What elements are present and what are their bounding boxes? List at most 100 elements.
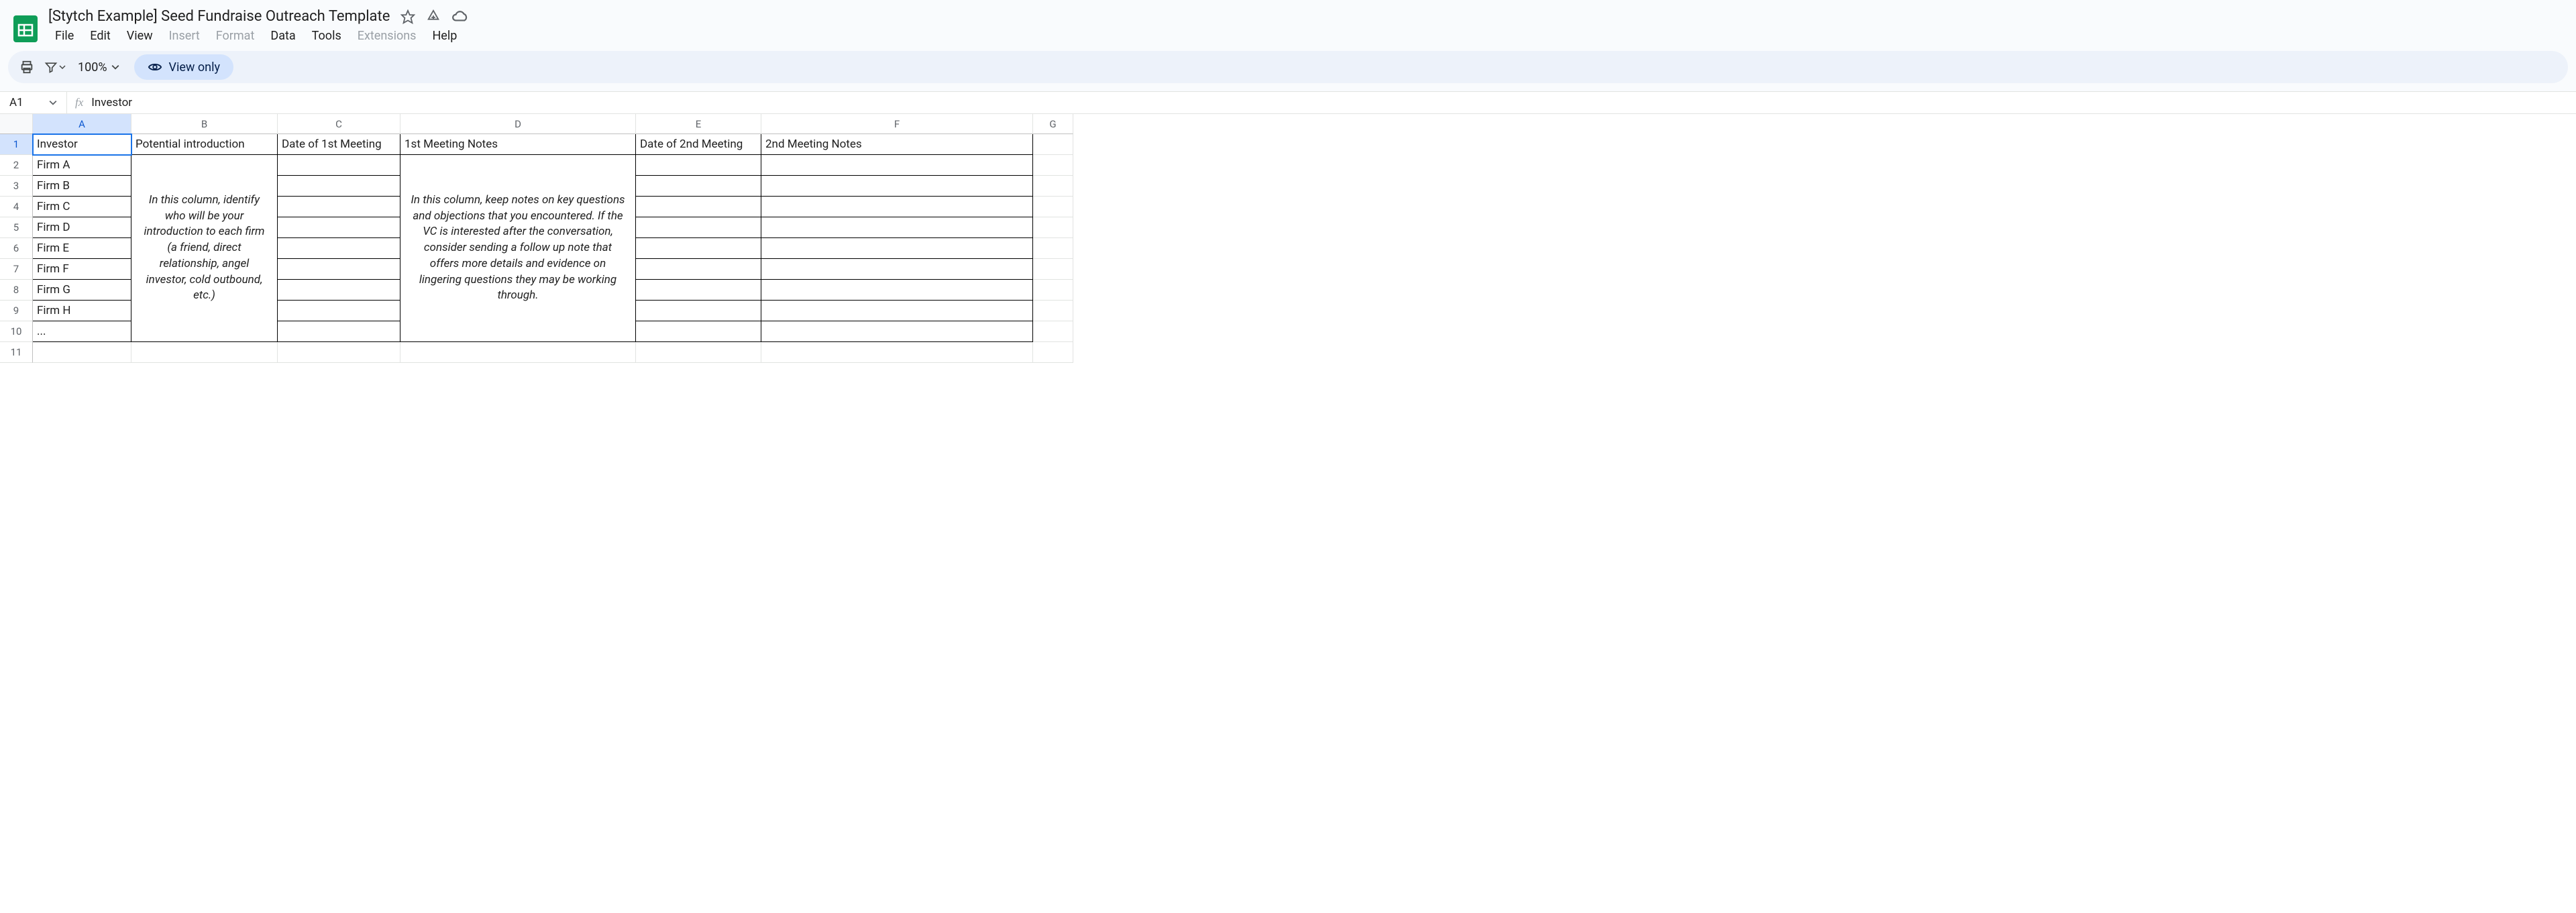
cell-A1[interactable]: Investor	[33, 134, 131, 155]
cell-A6[interactable]: Firm E	[33, 238, 131, 259]
cell-F8[interactable]	[761, 280, 1033, 301]
cell-A11[interactable]	[33, 342, 131, 363]
col-header-E[interactable]: E	[636, 114, 761, 134]
col-header-A[interactable]: A	[33, 114, 131, 134]
cell-F9[interactable]	[761, 301, 1033, 321]
cell-E6[interactable]	[636, 238, 761, 259]
cell-F5[interactable]	[761, 217, 1033, 238]
cell-C2[interactable]	[278, 155, 400, 176]
row-header-9[interactable]: 9	[0, 301, 33, 321]
cell-G4[interactable]	[1033, 197, 1073, 217]
name-box[interactable]: A1	[0, 92, 67, 113]
cell-E7[interactable]	[636, 259, 761, 280]
select-all-corner[interactable]	[0, 114, 33, 134]
cell-C3[interactable]	[278, 176, 400, 197]
cell-G2[interactable]	[1033, 155, 1073, 176]
doc-title[interactable]: [Stytch Example] Seed Fundraise Outreach…	[48, 8, 390, 25]
cell-G1[interactable]	[1033, 134, 1073, 155]
cell-A3[interactable]: Firm B	[33, 176, 131, 197]
menu-data[interactable]: Data	[264, 26, 302, 46]
cell-E9[interactable]	[636, 301, 761, 321]
cell-F4[interactable]	[761, 197, 1033, 217]
cell-E3[interactable]	[636, 176, 761, 197]
menu-edit[interactable]: Edit	[83, 26, 117, 46]
zoom-select[interactable]: 100%	[71, 58, 126, 77]
cell-C1[interactable]: Date of 1st Meeting	[278, 134, 400, 155]
cell-B1[interactable]: Potential introduction	[131, 134, 278, 155]
cell-A7[interactable]: Firm F	[33, 259, 131, 280]
eye-icon	[148, 60, 162, 74]
cell-E5[interactable]	[636, 217, 761, 238]
cell-C9[interactable]	[278, 301, 400, 321]
cell-C7[interactable]	[278, 259, 400, 280]
col-header-D[interactable]: D	[400, 114, 636, 134]
cell-E11[interactable]	[636, 342, 761, 363]
col-header-B[interactable]: B	[131, 114, 278, 134]
row-header-1[interactable]: 1	[0, 134, 33, 155]
formula-bar[interactable]: Investor	[91, 96, 132, 109]
filter-button[interactable]	[42, 55, 68, 79]
menu-help[interactable]: Help	[425, 26, 464, 46]
menu-view[interactable]: View	[120, 26, 160, 46]
col-header-F[interactable]: F	[761, 114, 1033, 134]
cell-A2[interactable]: Firm A	[33, 155, 131, 176]
row-header-8[interactable]: 8	[0, 280, 33, 301]
cell-G8[interactable]	[1033, 280, 1073, 301]
sheets-logo[interactable]	[11, 14, 40, 44]
cell-G5[interactable]	[1033, 217, 1073, 238]
row-header-5[interactable]: 5	[0, 217, 33, 238]
cell-G10[interactable]	[1033, 321, 1073, 342]
cell-G6[interactable]	[1033, 238, 1073, 259]
cell-E8[interactable]	[636, 280, 761, 301]
row-header-6[interactable]: 6	[0, 238, 33, 259]
cell-D1[interactable]: 1st Meeting Notes	[400, 134, 636, 155]
col-header-C[interactable]: C	[278, 114, 400, 134]
cell-A4[interactable]: Firm C	[33, 197, 131, 217]
cell-G3[interactable]	[1033, 176, 1073, 197]
cell-E1[interactable]: Date of 2nd Meeting	[636, 134, 761, 155]
merged-note-col-b[interactable]: In this column, identify who will be you…	[131, 155, 278, 342]
row-header-4[interactable]: 4	[0, 197, 33, 217]
cell-C8[interactable]	[278, 280, 400, 301]
cell-F2[interactable]	[761, 155, 1033, 176]
cell-G11[interactable]	[1033, 342, 1073, 363]
cell-F3[interactable]	[761, 176, 1033, 197]
row-header-2[interactable]: 2	[0, 155, 33, 176]
cell-A9[interactable]: Firm H	[33, 301, 131, 321]
cell-C11[interactable]	[278, 342, 400, 363]
star-icon[interactable]	[400, 9, 415, 24]
col-header-G[interactable]: G	[1033, 114, 1073, 134]
cell-A5[interactable]: Firm D	[33, 217, 131, 238]
cell-E2[interactable]	[636, 155, 761, 176]
cell-E10[interactable]	[636, 321, 761, 342]
cell-D11[interactable]	[400, 342, 636, 363]
move-to-drive-icon[interactable]	[426, 9, 441, 24]
toolbar: 100% View only	[8, 51, 2568, 83]
print-button[interactable]	[15, 55, 39, 79]
menu-file[interactable]: File	[48, 26, 80, 46]
merged-note-col-d[interactable]: In this column, keep notes on key questi…	[400, 155, 636, 342]
cell-C5[interactable]	[278, 217, 400, 238]
cell-C4[interactable]	[278, 197, 400, 217]
row-header-10[interactable]: 10	[0, 321, 33, 342]
cell-A8[interactable]: Firm G	[33, 280, 131, 301]
cloud-status-icon[interactable]	[451, 9, 469, 24]
menu-format: Format	[209, 26, 262, 46]
cell-B11[interactable]	[131, 342, 278, 363]
row-header-3[interactable]: 3	[0, 176, 33, 197]
cell-G9[interactable]	[1033, 301, 1073, 321]
cell-C10[interactable]	[278, 321, 400, 342]
cell-F11[interactable]	[761, 342, 1033, 363]
cell-F7[interactable]	[761, 259, 1033, 280]
cell-F6[interactable]	[761, 238, 1033, 259]
cell-E4[interactable]	[636, 197, 761, 217]
view-only-badge[interactable]: View only	[134, 54, 233, 80]
cell-A10[interactable]: ...	[33, 321, 131, 342]
cell-G7[interactable]	[1033, 259, 1073, 280]
cell-C6[interactable]	[278, 238, 400, 259]
row-header-7[interactable]: 7	[0, 259, 33, 280]
cell-F10[interactable]	[761, 321, 1033, 342]
row-header-11[interactable]: 11	[0, 342, 33, 363]
cell-F1[interactable]: 2nd Meeting Notes	[761, 134, 1033, 155]
menu-tools[interactable]: Tools	[305, 26, 348, 46]
